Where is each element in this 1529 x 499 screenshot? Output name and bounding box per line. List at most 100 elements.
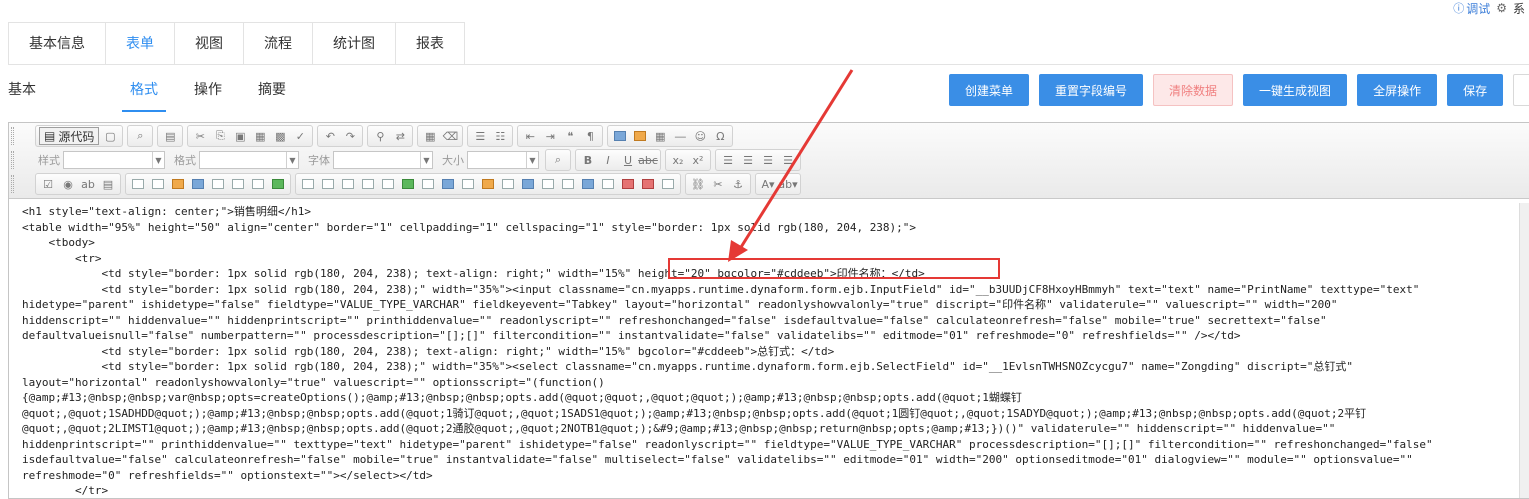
bulleted-list-icon[interactable]: ☷ bbox=[491, 127, 509, 145]
form-field-icon[interactable] bbox=[639, 175, 657, 193]
source-code-button[interactable]: ▤ 源代码 bbox=[39, 127, 100, 145]
strikethrough-icon[interactable]: abc bbox=[638, 151, 658, 169]
unlink-icon[interactable]: ✂ bbox=[709, 175, 727, 193]
remove-format-icon[interactable]: ⌫ bbox=[441, 127, 459, 145]
form-field-icon[interactable] bbox=[319, 175, 337, 193]
find-icon[interactable]: ⚲ bbox=[371, 127, 389, 145]
superscript-icon[interactable]: x² bbox=[689, 151, 707, 169]
div-icon[interactable]: ¶ bbox=[581, 127, 599, 145]
text-color-icon[interactable]: A▾ bbox=[759, 175, 777, 193]
form-field-icon[interactable] bbox=[499, 175, 517, 193]
tab-statistics-chart[interactable]: 统计图 bbox=[312, 22, 396, 64]
form-field-icon[interactable] bbox=[379, 175, 397, 193]
bg-color-icon[interactable]: ab▾ bbox=[778, 175, 797, 193]
copy-format-icon[interactable]: ▢ bbox=[101, 127, 119, 145]
subscript-icon[interactable]: x₂ bbox=[669, 151, 687, 169]
form-field-icon[interactable] bbox=[169, 175, 187, 193]
tab-view[interactable]: 视图 bbox=[174, 22, 244, 64]
cut-icon[interactable]: ✂ bbox=[191, 127, 209, 145]
form-field-icon[interactable] bbox=[619, 175, 637, 193]
save-button[interactable]: 保存 bbox=[1447, 74, 1504, 106]
tab-basic-info[interactable]: 基本信息 bbox=[8, 22, 106, 64]
preview-icon[interactable]: ⌕ bbox=[131, 127, 149, 145]
debug-link[interactable]: ⓘ 调试 bbox=[1453, 0, 1490, 17]
form-field-icon[interactable] bbox=[399, 175, 417, 193]
settings-icon[interactable]: ⚙ bbox=[1496, 1, 1507, 15]
source-code-text[interactable]: <h1 style="text-align: center;">销售明细</h1… bbox=[22, 204, 1519, 499]
form-field-icon[interactable] bbox=[559, 175, 577, 193]
style-select[interactable]: ▼ bbox=[63, 151, 165, 169]
form-field-icon[interactable] bbox=[359, 175, 377, 193]
copy-icon[interactable]: ⎘ bbox=[211, 127, 229, 145]
blockquote-icon[interactable]: ❝ bbox=[561, 127, 579, 145]
form-field-icon[interactable] bbox=[579, 175, 597, 193]
replace-icon[interactable]: ⇄ bbox=[391, 127, 409, 145]
bold-icon[interactable]: B bbox=[579, 151, 597, 169]
redo-icon[interactable]: ↷ bbox=[341, 127, 359, 145]
form-field-icon[interactable] bbox=[209, 175, 227, 193]
font-select[interactable]: ▼ bbox=[333, 151, 433, 169]
undo-icon[interactable]: ↶ bbox=[321, 127, 339, 145]
vertical-scrollbar[interactable] bbox=[1519, 203, 1529, 498]
reset-field-numbers-button[interactable]: 重置字段编号 bbox=[1039, 74, 1144, 106]
subtab-basic[interactable]: 基本 bbox=[0, 72, 44, 108]
form-field-icon[interactable] bbox=[459, 175, 477, 193]
form-field-icon[interactable] bbox=[539, 175, 557, 193]
form-field-icon[interactable] bbox=[229, 175, 247, 193]
align-justify-icon[interactable]: ☰ bbox=[779, 151, 797, 169]
subtab-operation[interactable]: 操作 bbox=[186, 72, 230, 108]
align-center-icon[interactable]: ☰ bbox=[739, 151, 757, 169]
subtab-summary[interactable]: 摘要 bbox=[250, 72, 294, 108]
clear-data-button[interactable]: 清除数据 bbox=[1153, 74, 1234, 106]
paste-word-icon[interactable]: ▩ bbox=[271, 127, 289, 145]
textfield-icon[interactable]: ab bbox=[79, 175, 97, 193]
radio-icon[interactable]: ◉ bbox=[59, 175, 77, 193]
link-icon[interactable]: ⛓ bbox=[689, 175, 707, 193]
form-field-icon[interactable] bbox=[129, 175, 147, 193]
tab-flow[interactable]: 流程 bbox=[243, 22, 313, 64]
align-left-icon[interactable]: ☰ bbox=[719, 151, 737, 169]
special-char-icon[interactable]: Ω bbox=[711, 127, 729, 145]
generate-view-button[interactable]: 一键生成视图 bbox=[1243, 74, 1348, 106]
outdent-icon[interactable]: ⇤ bbox=[521, 127, 539, 145]
template-icon[interactable]: ▤ bbox=[161, 127, 179, 145]
select-all-icon[interactable]: ▦ bbox=[421, 127, 439, 145]
tab-form[interactable]: 表单 bbox=[105, 22, 175, 64]
underline-icon[interactable]: U bbox=[619, 151, 637, 169]
checkbox-icon[interactable]: ☑ bbox=[39, 175, 57, 193]
indent-icon[interactable]: ⇥ bbox=[541, 127, 559, 145]
paste-text-icon[interactable]: ▦ bbox=[251, 127, 269, 145]
create-menu-button[interactable]: 创建菜单 bbox=[949, 74, 1030, 106]
table-icon[interactable]: ▦ bbox=[651, 127, 669, 145]
textarea-icon[interactable]: ▤ bbox=[99, 175, 117, 193]
form-field-icon[interactable] bbox=[339, 175, 357, 193]
flash-icon[interactable] bbox=[631, 127, 649, 145]
form-field-icon[interactable] bbox=[249, 175, 267, 193]
size-select[interactable]: ▼ bbox=[467, 151, 539, 169]
form-field-icon[interactable] bbox=[149, 175, 167, 193]
align-right-icon[interactable]: ☰ bbox=[759, 151, 777, 169]
italic-icon[interactable]: I bbox=[599, 151, 617, 169]
form-field-icon[interactable] bbox=[299, 175, 317, 193]
form-field-icon[interactable] bbox=[519, 175, 537, 193]
smiley-icon[interactable]: ☺ bbox=[691, 127, 709, 145]
form-field-icon[interactable] bbox=[479, 175, 497, 193]
fullscreen-button[interactable]: 全屏操作 bbox=[1357, 74, 1438, 106]
form-field-icon[interactable] bbox=[659, 175, 677, 193]
tab-report[interactable]: 报表 bbox=[395, 22, 465, 64]
format-select[interactable]: ▼ bbox=[199, 151, 299, 169]
form-field-icon[interactable] bbox=[439, 175, 457, 193]
anchor-icon[interactable]: ⚓ bbox=[729, 175, 747, 193]
spellcheck-icon[interactable]: ✓ bbox=[291, 127, 309, 145]
horizontal-rule-icon[interactable]: ― bbox=[671, 127, 689, 145]
form-field-icon[interactable] bbox=[189, 175, 207, 193]
zoom-icon[interactable]: ⌕ bbox=[549, 151, 567, 169]
more-button[interactable] bbox=[1513, 74, 1529, 106]
paste-icon[interactable]: ▣ bbox=[231, 127, 249, 145]
form-field-icon[interactable] bbox=[419, 175, 437, 193]
subtab-format[interactable]: 格式 bbox=[122, 72, 166, 112]
form-field-icon[interactable] bbox=[599, 175, 617, 193]
image-icon[interactable] bbox=[611, 127, 629, 145]
numbered-list-icon[interactable]: ☰ bbox=[471, 127, 489, 145]
form-field-icon[interactable] bbox=[269, 175, 287, 193]
